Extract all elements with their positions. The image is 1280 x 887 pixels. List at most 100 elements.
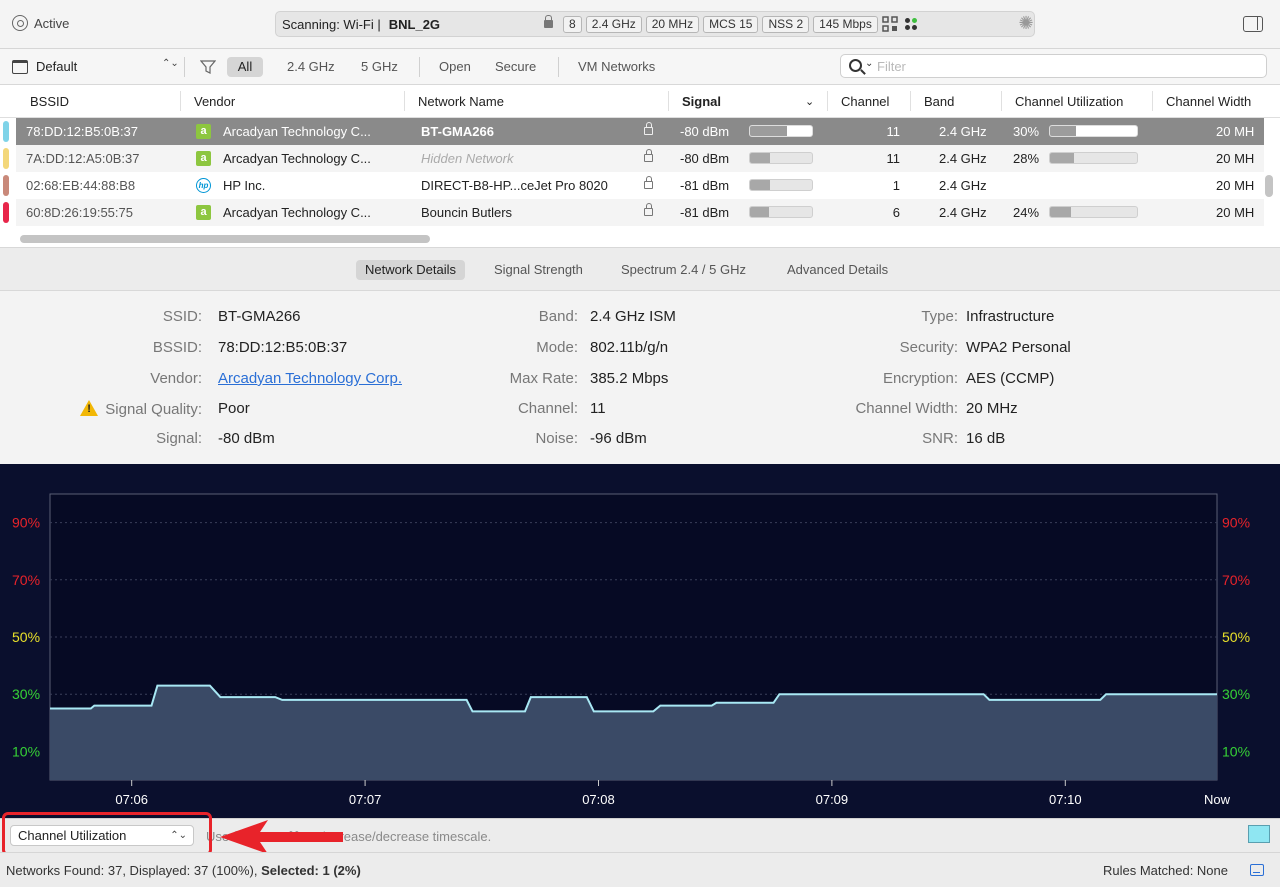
- y-tick-label-right: 30%: [1222, 686, 1250, 702]
- col-bssid[interactable]: BSSID: [30, 94, 69, 109]
- row-vendor: Arcadyan Technology C...: [223, 205, 371, 220]
- vertical-scrollbar[interactable]: [1265, 175, 1273, 197]
- preset-selector[interactable]: Default: [12, 59, 77, 74]
- chevron-down-icon[interactable]: ⌄: [865, 58, 873, 69]
- band-label: Band:: [538, 308, 578, 325]
- filter-open[interactable]: Open: [439, 59, 471, 74]
- col-network-name[interactable]: Network Name: [418, 94, 504, 109]
- signal-label: Signal:: [156, 430, 202, 447]
- channel-width-label: Channel Width:: [855, 400, 958, 417]
- x-tick-label: 07:08: [582, 792, 615, 807]
- vendor-link[interactable]: Arcadyan Technology Corp.: [218, 370, 402, 387]
- y-tick-label-left: 70%: [12, 572, 40, 588]
- table-row[interactable]: 02:68:EB:44:88:B8 hp HP Inc. DIRECT-B8-HP..…: [3, 172, 1264, 199]
- sidebar-toggle-icon[interactable]: [1243, 16, 1263, 32]
- signal-bar: [749, 179, 813, 191]
- window-icon: [12, 59, 28, 74]
- security-value: WPA2 Personal: [966, 339, 1071, 356]
- table-row[interactable]: 60:8D:26:19:55:75 a Arcadyan Technology C.…: [3, 199, 1264, 226]
- x-tick-label: 07:09: [816, 792, 849, 807]
- lock-icon: [644, 122, 653, 135]
- utilization-bar: [1049, 125, 1138, 137]
- signal-value: -80 dBm: [218, 430, 275, 447]
- pill-band: 2.4 GHz: [585, 15, 642, 33]
- tab-signal-strength[interactable]: Signal Strength: [485, 260, 592, 280]
- log-panel-icon[interactable]: [1250, 864, 1264, 876]
- type-value: Infrastructure: [966, 308, 1055, 325]
- vendor-label: Vendor:: [150, 370, 202, 387]
- signal-bar: [749, 206, 813, 218]
- row-color-stripe: [3, 148, 9, 169]
- filter-secure[interactable]: Secure: [495, 59, 536, 74]
- selected-count: Selected: 1 (2%): [261, 863, 361, 878]
- wifi-qr-icon[interactable]: [882, 16, 898, 32]
- current-ssid: BNL_2G: [388, 16, 441, 32]
- status-footer: Networks Found: 37, Displayed: 37 (100%)…: [0, 852, 1280, 887]
- filter-24ghz[interactable]: 2.4 GHz: [287, 59, 335, 74]
- y-tick-label-left: 30%: [12, 686, 40, 702]
- noise-value: -96 dBm: [590, 430, 647, 447]
- row-channel: 11: [886, 124, 901, 139]
- divider: [558, 57, 559, 77]
- encryption-label: Encryption:: [882, 370, 958, 387]
- row-band: 2.4 GHz: [939, 205, 987, 220]
- pill-mcs: MCS 15: [703, 15, 759, 33]
- horizontal-scrollbar[interactable]: [20, 235, 430, 243]
- hp-logo-icon: hp: [196, 178, 211, 193]
- vendor-link-text[interactable]: Arcadyan Technology Corp.: [218, 370, 402, 387]
- encryption-value: AES (CCMP): [966, 370, 1055, 387]
- pill-rate: 145 Mbps: [813, 15, 878, 33]
- preset-label: Default: [36, 59, 78, 74]
- filter-vm-networks[interactable]: VM Networks: [578, 59, 655, 74]
- row-network-name: DIRECT-B8-HP...ceJet Pro 8020: [421, 178, 608, 193]
- lock-icon: [644, 176, 653, 189]
- row-band: 2.4 GHz: [939, 178, 987, 193]
- row-channel: 11: [886, 151, 901, 166]
- active-status[interactable]: Active: [12, 15, 69, 31]
- filter-5ghz[interactable]: 5 GHz: [361, 59, 398, 74]
- signal-bar: [749, 125, 813, 137]
- sort-chevron-icon: ⌄: [805, 96, 815, 108]
- highlight-box: [2, 812, 212, 856]
- tab-spectrum[interactable]: Spectrum 2.4 / 5 GHz: [612, 260, 755, 280]
- snr-label: SNR:: [922, 430, 958, 447]
- x-tick-label: Now: [1204, 792, 1231, 807]
- tab-advanced-details[interactable]: Advanced Details: [778, 260, 897, 280]
- table-row[interactable]: 7A:DD:12:A5:0B:37 a Arcadyan Technology C.…: [3, 145, 1264, 172]
- divider: [419, 57, 420, 77]
- funnel-icon: [200, 60, 216, 74]
- filter-search-box[interactable]: ⌄: [840, 54, 1267, 78]
- divider: [184, 57, 185, 77]
- row-channel-width: 20 MH: [1216, 205, 1255, 220]
- bssid-value: 78:DD:12:B5:0B:37: [218, 339, 348, 356]
- col-channel-width[interactable]: Channel Width: [1166, 94, 1251, 109]
- col-channel-utilization[interactable]: Channel Utilization: [1015, 94, 1123, 109]
- search-icon: [849, 59, 862, 72]
- arcadyan-logo-icon: a: [196, 124, 211, 139]
- lock-icon: [644, 149, 653, 162]
- lock-icon: [644, 203, 653, 216]
- filter-input[interactable]: [877, 59, 1257, 74]
- row-channel: 1: [892, 178, 900, 193]
- y-tick-label-right: 10%: [1222, 743, 1250, 759]
- row-band: 2.4 GHz: [939, 124, 987, 139]
- row-utilization: 30%: [1013, 124, 1040, 139]
- row-band: 2.4 GHz: [939, 151, 987, 166]
- col-channel[interactable]: Channel: [841, 94, 889, 109]
- mode-label: Mode:: [536, 339, 578, 356]
- band-value: 2.4 GHz ISM: [590, 308, 676, 325]
- col-signal[interactable]: Signal: [682, 94, 721, 109]
- col-band[interactable]: Band: [924, 94, 954, 109]
- tab-network-details[interactable]: Network Details: [356, 260, 466, 280]
- networks-table: BSSID Vendor Network Name Signal ⌄ Chann…: [0, 85, 1280, 248]
- row-signal: -80 dBm: [680, 124, 730, 139]
- signal-bar: [749, 152, 813, 164]
- table-row[interactable]: 78:DD:12:B5:0B:37 a Arcadyan Technology C.…: [3, 118, 1264, 145]
- col-vendor[interactable]: Vendor: [194, 94, 235, 109]
- filter-all[interactable]: All: [227, 57, 263, 77]
- arcadyan-logo-icon: a: [196, 151, 211, 166]
- row-signal: -80 dBm: [680, 151, 730, 166]
- graph-color-swatch[interactable]: [1248, 825, 1270, 843]
- noise-label: Noise:: [535, 430, 578, 447]
- row-network-name: BT-GMA266: [421, 124, 494, 139]
